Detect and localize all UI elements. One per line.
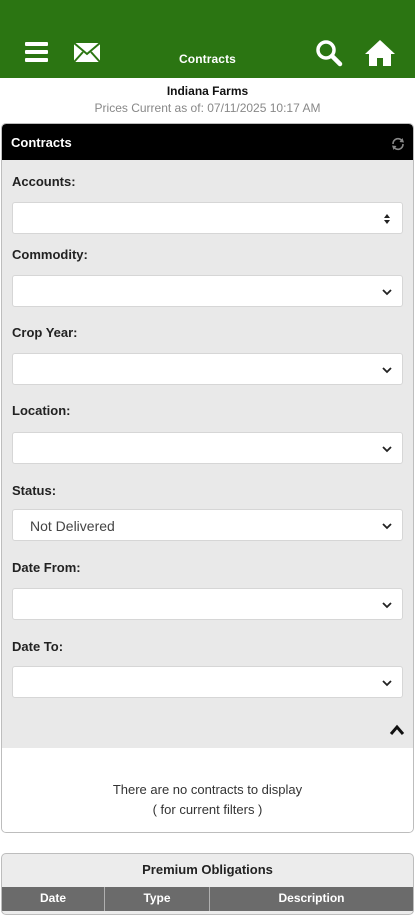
chevron-up-icon[interactable] [388,723,406,737]
empty-message: There are no contracts to display ( for … [2,780,413,820]
chevron-down-icon [382,367,392,374]
chevron-down-icon [382,446,392,453]
empty-message-line1: There are no contracts to display [112,782,303,797]
premium-obligations-panel: Premium Obligations Date Type Descriptio… [1,853,414,915]
commodity-label: Commodity: [12,247,88,262]
updown-icon [384,214,390,224]
top-app-bar: Contracts [0,0,415,78]
premium-obligations-title: Premium Obligations [142,862,273,877]
empty-message-line2: ( for current filters ) [152,802,263,817]
contracts-panel-header: Contracts [2,124,413,160]
chevron-down-icon [382,602,392,609]
column-header-date[interactable]: Date [2,891,104,905]
column-header-type[interactable]: Type [105,891,209,905]
prices-as-of: Prices Current as of: 07/11/2025 10:17 A… [94,101,321,115]
contracts-panel-title: Contracts [11,135,72,150]
location-select[interactable] [12,432,403,464]
date-from-label: Date From: [12,560,81,575]
search-icon[interactable] [314,38,344,68]
chevron-down-icon [382,289,392,296]
chevron-down-icon [382,680,392,687]
date-to-label: Date To: [12,639,64,654]
status-value: Not Delivered [30,518,115,534]
column-header-description[interactable]: Description [210,891,413,905]
accounts-label: Accounts: [12,174,76,189]
chevron-down-icon [382,523,392,530]
crop-year-label: Crop Year: [12,325,78,340]
farm-name: Indiana Farms [166,84,249,98]
page-title: Contracts [179,52,236,66]
status-select[interactable]: Not Delivered [12,509,403,541]
status-label: Status: [12,483,57,498]
location-label: Location: [12,403,71,418]
contracts-panel: Contracts Accounts: Commodity: Crop Year… [1,123,414,833]
date-to-select[interactable] [12,666,403,698]
accounts-select[interactable] [12,202,403,234]
home-icon[interactable] [364,38,395,68]
commodity-select[interactable] [12,275,403,307]
crop-year-select[interactable] [12,353,403,385]
refresh-icon[interactable] [390,136,406,152]
table-header: Date Type Description [2,887,413,911]
empty-state: There are no contracts to display ( for … [2,748,413,832]
date-from-select[interactable] [12,588,403,620]
